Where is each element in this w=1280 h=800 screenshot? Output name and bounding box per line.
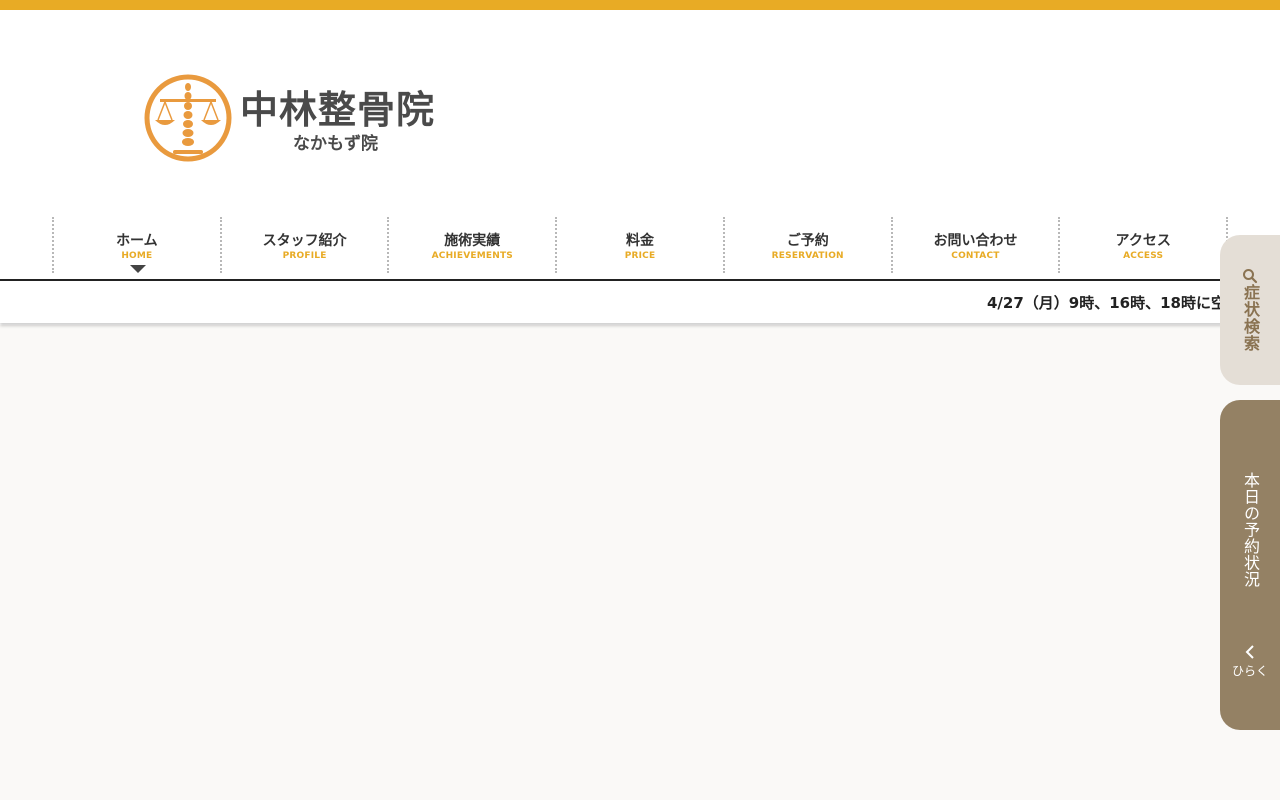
logo-subtitle: なかもず院 xyxy=(293,134,378,154)
nav-label-en: HOME xyxy=(121,251,153,261)
today-reservation-tab[interactable]: 本日の予約状況 ひらく xyxy=(1220,400,1280,730)
nav-item-access[interactable]: アクセス ACCESS xyxy=(1060,217,1229,273)
nav-label-jp: ご予約 xyxy=(786,233,829,249)
today-reservation-label: 本日の予約状況 xyxy=(1241,472,1260,588)
nav-label-jp: ホーム xyxy=(116,233,158,249)
nav-item-achievements[interactable]: 施術実績 ACHIEVEMENTS xyxy=(389,217,558,273)
scales-of-justice-icon xyxy=(144,74,232,162)
nav-label-en: PRICE xyxy=(624,251,656,261)
nav-label-jp: アクセス xyxy=(1115,233,1171,249)
search-icon xyxy=(1243,269,1258,284)
site-header: 中林整骨院 なかもず院 ホーム HOME スタッフ紹介 PROFILE 施術実績… xyxy=(0,10,1280,325)
nav-label-en: CONTACT xyxy=(951,251,1000,261)
ticker-text[interactable]: 4/27（月）9時、16時、18時に空 xyxy=(987,292,1226,313)
nav-label-en: RESERVATION xyxy=(771,251,844,261)
nav-label-jp: 施術実績 xyxy=(444,233,501,249)
nav-item-contact[interactable]: お問い合わせ CONTACT xyxy=(893,217,1061,273)
open-panel-label: ひらく xyxy=(1231,664,1268,678)
nav-label-jp: スタッフ紹介 xyxy=(262,233,347,249)
nav-label-en: ACCESS xyxy=(1123,251,1164,261)
chevron-left-icon xyxy=(1245,645,1254,659)
nav-label-en: ACHIEVEMENTS xyxy=(431,251,513,261)
nav-label-en: PROFILE xyxy=(282,251,327,261)
news-ticker: 4/27（月）9時、16時、18時に空 xyxy=(0,281,1280,323)
symptom-search-label: 症状検索 xyxy=(1241,284,1260,352)
nav-item-profile[interactable]: スタッフ紹介 PROFILE xyxy=(222,217,390,273)
symptom-search-tab[interactable]: 症状検索 xyxy=(1220,235,1280,385)
global-nav: ホーム HOME スタッフ紹介 PROFILE 施術実績 ACHIEVEMENT… xyxy=(52,217,1229,273)
nav-item-price[interactable]: 料金 PRICE xyxy=(557,217,725,273)
nav-item-home[interactable]: ホーム HOME xyxy=(54,217,222,273)
nav-item-reservation[interactable]: ご予約 RESERVATION xyxy=(725,217,893,273)
logo-title: 中林整骨院 xyxy=(240,88,436,132)
site-logo[interactable]: 中林整骨院 なかもず院 xyxy=(143,73,463,173)
nav-label-jp: 料金 xyxy=(626,233,655,249)
nav-label-jp: お問い合わせ xyxy=(933,233,1018,249)
top-accent-bar xyxy=(0,0,1280,10)
active-caret-icon xyxy=(130,265,146,273)
